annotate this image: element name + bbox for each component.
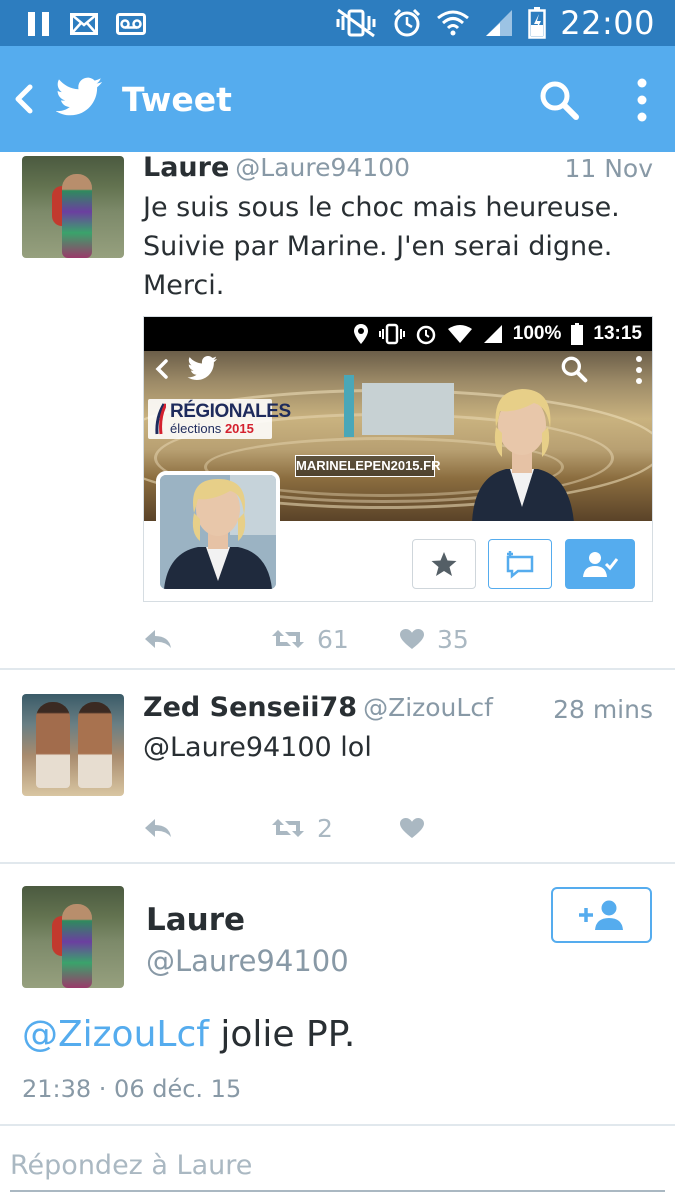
tweet-author-handle: @Laure94100 — [235, 153, 411, 182]
add-list-icon — [506, 551, 534, 579]
app-bar: Tweet — [0, 46, 675, 152]
add-to-list-button — [488, 539, 552, 589]
voicemail-icon — [116, 13, 146, 35]
alarm-icon — [416, 325, 436, 345]
profile-photo — [156, 471, 280, 593]
tweet-text-line: Suivie par Marine. J'en serai digne. — [143, 231, 613, 262]
avatar[interactable] — [22, 694, 124, 796]
tweet-text-line: Merci. — [143, 270, 225, 301]
wifi-icon — [447, 325, 472, 343]
retweet-count: 61 — [317, 624, 349, 654]
vibrate-icon — [378, 323, 405, 345]
banner-subtitle: élections 2015 — [170, 421, 254, 436]
vibrate-mute-icon — [336, 8, 376, 38]
retweet-count: 2 — [317, 813, 333, 843]
battery-charging-icon — [528, 7, 547, 39]
user-check-icon — [583, 552, 618, 577]
embedded-status-bar: 100% 13:15 — [144, 317, 652, 351]
retweet-button[interactable]: 61 — [271, 624, 349, 654]
reply-bar — [0, 1124, 675, 1200]
twitter-bird-icon — [56, 77, 102, 116]
regionales-logo: RÉGIONALES élections 2015 — [148, 399, 291, 439]
like-button[interactable]: 35 — [399, 624, 469, 654]
reply-icon — [145, 819, 171, 837]
mention-link[interactable]: @ZizouLcf — [22, 1014, 209, 1055]
heart-icon — [400, 629, 424, 649]
like-button[interactable] — [399, 813, 425, 843]
back-icon — [155, 359, 168, 379]
back-icon[interactable] — [10, 82, 40, 116]
detail-tweet-body: jolie PP. — [208, 1014, 356, 1055]
banner-portrait — [472, 389, 574, 521]
favorite-button — [412, 539, 476, 589]
embedded-status-time: 13:15 — [593, 323, 642, 344]
search-icon[interactable] — [538, 79, 580, 121]
reply-underline — [10, 1190, 665, 1192]
banner-url: MARINELEPEN2015.FR — [295, 455, 440, 477]
following-button — [565, 539, 635, 589]
retweet-button[interactable]: 2 — [271, 813, 333, 843]
twitter-bird-icon — [187, 356, 217, 381]
reply-button[interactable] — [143, 813, 173, 843]
tweet-text-line: Je suis sous le choc mais heureuse. — [143, 192, 620, 223]
reply-input[interactable] — [10, 1140, 665, 1190]
detail-timestamp: 21:38 · 06 déc. 15 — [22, 1075, 242, 1103]
signal-icon — [483, 325, 502, 343]
status-time: 22:00 — [560, 4, 655, 42]
add-user-icon — [578, 900, 623, 930]
alarm-icon — [394, 8, 421, 37]
signal-icon — [486, 10, 513, 36]
page-title: Tweet — [122, 80, 232, 119]
divider — [0, 862, 675, 864]
follow-button[interactable] — [551, 887, 652, 943]
avatar[interactable] — [22, 886, 124, 988]
tweet-author-name: Laure — [143, 152, 230, 183]
more-vert-icon — [636, 356, 642, 384]
embedded-battery-level: 100% — [512, 323, 562, 344]
avatar[interactable] — [22, 156, 124, 258]
tweet-time: 11 Nov — [564, 154, 653, 183]
heart-icon — [400, 818, 424, 838]
more-vert-icon[interactable] — [631, 77, 653, 123]
reply-icon — [145, 630, 171, 648]
tweet-author[interactable]: Zed Senseii78 @ZizouLcf — [143, 692, 493, 723]
status-bar: 22:00 — [0, 0, 675, 46]
location-icon — [353, 324, 368, 344]
retweet-icon — [272, 819, 304, 837]
star-icon — [431, 552, 457, 576]
wifi-icon — [437, 10, 470, 36]
tweet-actions: 2 — [143, 813, 643, 843]
tweet-text: Je suis sous le choc mais heureuse. Suiv… — [143, 188, 620, 305]
battery-icon — [571, 323, 584, 345]
tweet-text: @Laure94100 lol — [143, 728, 372, 767]
divider — [0, 668, 675, 670]
reply-button[interactable] — [143, 624, 173, 654]
mail-icon — [70, 13, 98, 35]
like-count: 35 — [437, 624, 469, 654]
detail-tweet-text: @ZizouLcf jolie PP. — [22, 1014, 355, 1055]
detail-author-handle[interactable]: @Laure94100 — [146, 944, 349, 978]
pause-icon — [28, 12, 49, 36]
detail-author-name[interactable]: Laure — [146, 902, 245, 938]
retweet-icon — [272, 630, 304, 648]
tweet-time: 28 mins — [553, 695, 653, 724]
banner-title: RÉGIONALES — [170, 401, 291, 422]
tweet-author[interactable]: Laure @Laure94100 — [143, 152, 410, 183]
tweet-actions: 61 35 — [143, 624, 643, 654]
tweet-author-handle: @ZizouLcf — [363, 693, 493, 722]
tweet-media-image[interactable]: 100% 13:15 RÉGIONALES élections 2015 MAR… — [143, 316, 653, 602]
tweet-text-line: @Laure94100 lol — [143, 732, 372, 763]
tweet-author-name: Zed Senseii78 — [143, 692, 358, 723]
